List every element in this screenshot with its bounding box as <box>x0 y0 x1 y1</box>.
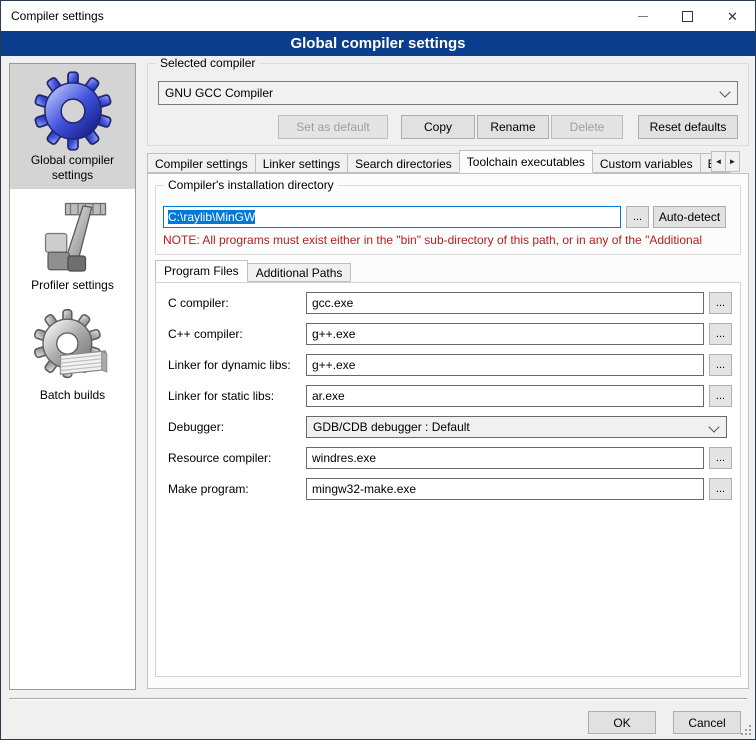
resource-compiler-row: Resource compiler:... <box>156 447 740 469</box>
tab-scroll-right-button[interactable]: ► <box>725 151 740 172</box>
linker-dynamic-browse-button[interactable]: ... <box>709 354 732 376</box>
cpp-compiler-input[interactable] <box>306 323 704 345</box>
resource-compiler-browse-button[interactable]: ... <box>709 447 732 469</box>
compiler-actions: Set as default CopyRenameDelete Reset defa… <box>158 115 738 139</box>
blue-gear-icon <box>33 71 113 151</box>
sidebar-item-label: Profiler settings <box>12 278 133 293</box>
maximize-icon <box>682 11 693 22</box>
selected-compiler-group: Selected compiler GNU GCC Compiler Set a… <box>147 63 749 146</box>
footer-divider <box>9 698 747 700</box>
tab-compiler-settings[interactable]: Compiler settings <box>147 153 256 173</box>
minimize-icon <box>638 16 648 17</box>
sidebar-item-profiler-settings[interactable]: Profiler settings <box>10 189 135 299</box>
c-compiler-browse-button[interactable]: ... <box>709 292 732 314</box>
linker-dynamic-label: Linker for dynamic libs: <box>168 354 291 376</box>
delete-button: Delete <box>551 115 623 139</box>
maximize-button[interactable] <box>665 1 710 31</box>
ok-button[interactable]: OK <box>588 711 656 734</box>
make-program-input[interactable] <box>306 478 704 500</box>
tab-scroll-controls: ◄ ► <box>712 151 748 172</box>
sidebar-item-label: Global compiler settings <box>12 153 133 183</box>
tab-toolchain-executables[interactable]: Toolchain executables <box>459 150 593 173</box>
debugger-select[interactable]: GDB/CDB debugger : Default <box>306 416 727 438</box>
compiler-settings-dialog: Compiler settings ✕ Global compiler sett… <box>0 0 756 740</box>
installation-directory-group-label: Compiler's installation directory <box>164 178 338 192</box>
installation-directory-input[interactable]: C:\raylib\MinGW <box>163 206 621 228</box>
tab-search-directories[interactable]: Search directories <box>347 153 460 173</box>
page-title: Global compiler settings <box>1 31 755 56</box>
sidebar-item-label: Batch builds <box>12 388 133 403</box>
caliper-icon <box>33 196 113 276</box>
compiler-tabs: Compiler settingsLinker settingsSearch d… <box>147 150 749 173</box>
cpp-compiler-label: C++ compiler: <box>168 323 243 345</box>
selected-compiler-group-label: Selected compiler <box>156 56 259 70</box>
make-program-label: Make program: <box>168 478 249 500</box>
chevron-down-icon <box>708 421 719 432</box>
make-program-row: Make program:... <box>156 478 740 500</box>
linker-static-input[interactable] <box>306 385 704 407</box>
copy-button[interactable]: Copy <box>401 115 475 139</box>
rename-button[interactable]: Rename <box>477 115 549 139</box>
linker-static-label: Linker for static libs: <box>168 385 274 407</box>
window-controls: ✕ <box>620 1 755 31</box>
compiler-select-value: GNU GCC Compiler <box>165 86 273 100</box>
linker-dynamic-row: Linker for dynamic libs:... <box>156 354 740 376</box>
window-title: Compiler settings <box>11 9 104 23</box>
cpp-compiler-row: C++ compiler:... <box>156 323 740 345</box>
minimize-button[interactable] <box>620 1 665 31</box>
c-compiler-row: C compiler:... <box>156 292 740 314</box>
c-compiler-input[interactable] <box>306 292 704 314</box>
paths-subtabs: Program FilesAdditional Paths <box>155 260 350 282</box>
settings-category-list: Global compiler settings <box>9 63 136 690</box>
linker-dynamic-input[interactable] <box>306 354 704 376</box>
bin-subdirectory-note: NOTE: All programs must exist either in … <box>163 233 737 247</box>
linker-static-browse-button[interactable]: ... <box>709 385 732 407</box>
gray-gear-stack-icon <box>33 306 113 386</box>
linker-static-row: Linker for static libs:... <box>156 385 740 407</box>
program-files-page: C compiler:...C++ compiler:...Linker for… <box>155 282 741 677</box>
resource-compiler-input[interactable] <box>306 447 704 469</box>
debugger-row: Debugger: GDB/CDB debugger : Default <box>156 416 740 438</box>
compiler-select[interactable]: GNU GCC Compiler <box>158 81 738 105</box>
toolchain-executables-page: Compiler's installation directory C:\ray… <box>147 173 749 689</box>
debugger-label: Debugger: <box>168 416 224 438</box>
titlebar: Compiler settings ✕ <box>1 1 755 31</box>
tab-custom-variables[interactable]: Custom variables <box>592 153 701 173</box>
sidebar-item-batch-builds[interactable]: Batch builds <box>10 299 135 409</box>
close-button[interactable]: ✕ <box>710 1 755 31</box>
sidebar-item-global-compiler-settings[interactable]: Global compiler settings <box>10 64 135 189</box>
chevron-down-icon <box>719 86 730 97</box>
set-as-default-button: Set as default <box>278 115 388 139</box>
debugger-select-value: GDB/CDB debugger : Default <box>313 420 470 434</box>
resize-grip-icon[interactable] <box>739 723 752 736</box>
tab-linker-settings[interactable]: Linker settings <box>255 153 348 173</box>
resource-compiler-label: Resource compiler: <box>168 447 271 469</box>
dialog-body: Global compiler settings <box>1 56 755 740</box>
auto-detect-button[interactable]: Auto-detect <box>653 206 726 228</box>
installation-directory-group: Compiler's installation directory C:\ray… <box>155 185 741 255</box>
close-icon: ✕ <box>727 10 738 23</box>
installation-directory-browse-button[interactable]: ... <box>626 206 649 228</box>
subtab-additional-paths[interactable]: Additional Paths <box>247 263 352 282</box>
c-compiler-label: C compiler: <box>168 292 229 314</box>
cpp-compiler-browse-button[interactable]: ... <box>709 323 732 345</box>
make-program-browse-button[interactable]: ... <box>709 478 732 500</box>
installation-directory-selected-text: C:\raylib\MinGW <box>168 210 255 224</box>
reset-defaults-button[interactable]: Reset defaults <box>638 115 738 139</box>
tab-scroll-left-button[interactable]: ◄ <box>711 151 726 172</box>
subtab-program-files[interactable]: Program Files <box>155 260 248 282</box>
cancel-button[interactable]: Cancel <box>673 711 741 734</box>
